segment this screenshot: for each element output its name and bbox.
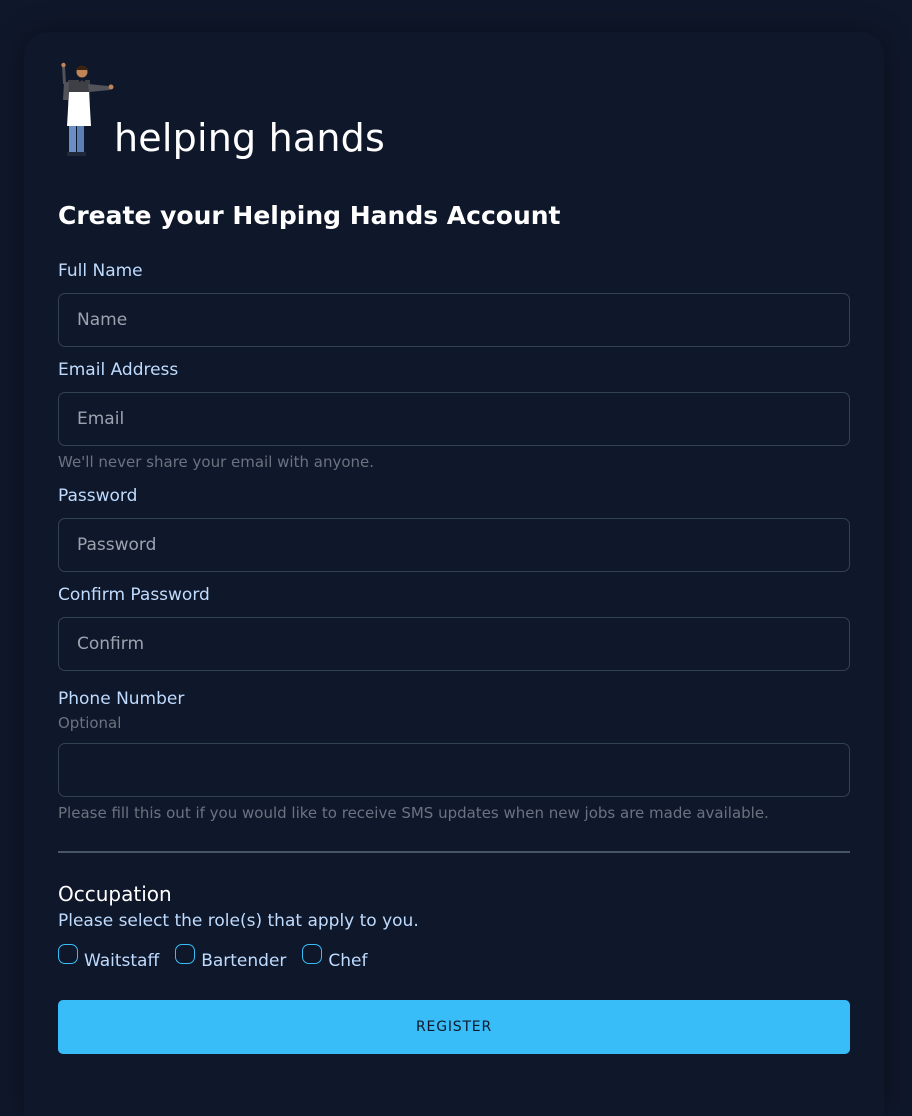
confirm-password-input[interactable] bbox=[58, 617, 850, 671]
full-name-input[interactable] bbox=[58, 293, 850, 347]
phone-input[interactable] bbox=[58, 743, 850, 797]
register-button[interactable]: REGISTER bbox=[58, 1000, 850, 1054]
bartender-checkbox[interactable] bbox=[175, 944, 196, 964]
occupation-heading: Occupation bbox=[58, 882, 172, 906]
register-card: helping hands Create your Helping Hands … bbox=[24, 32, 884, 1116]
phone-optional-note: Optional bbox=[58, 714, 122, 732]
password-input[interactable] bbox=[58, 518, 850, 572]
phone-help-text: Please fill this out if you would like t… bbox=[58, 804, 769, 822]
section-divider bbox=[58, 851, 850, 853]
occupation-option-waitstaff[interactable]: Waitstaff bbox=[58, 942, 159, 972]
waitstaff-label: Waitstaff bbox=[84, 951, 160, 971]
chef-checkbox[interactable] bbox=[302, 944, 323, 964]
brand-logo: helping hands bbox=[58, 62, 458, 162]
phone-label: Phone Number bbox=[58, 689, 185, 709]
occupation-options: Waitstaff Bartender Chef bbox=[58, 942, 384, 976]
occupation-instructions: Please select the role(s) that apply to … bbox=[58, 911, 419, 931]
chef-label: Chef bbox=[328, 951, 368, 971]
occupation-option-bartender[interactable]: Bartender bbox=[175, 942, 286, 972]
full-name-label: Full Name bbox=[58, 261, 143, 281]
confirm-password-label: Confirm Password bbox=[58, 585, 210, 605]
bartender-label: Bartender bbox=[201, 951, 287, 971]
page-title: Create your Helping Hands Account bbox=[58, 201, 561, 230]
waitstaff-checkbox[interactable] bbox=[58, 944, 78, 964]
waiter-icon bbox=[61, 62, 114, 156]
brand-name: helping hands bbox=[114, 116, 385, 160]
password-label: Password bbox=[58, 486, 138, 506]
occupation-option-chef[interactable]: Chef bbox=[302, 942, 368, 972]
email-label: Email Address bbox=[58, 360, 179, 380]
email-input[interactable] bbox=[58, 392, 850, 446]
email-help-text: We'll never share your email with anyone… bbox=[58, 453, 375, 471]
